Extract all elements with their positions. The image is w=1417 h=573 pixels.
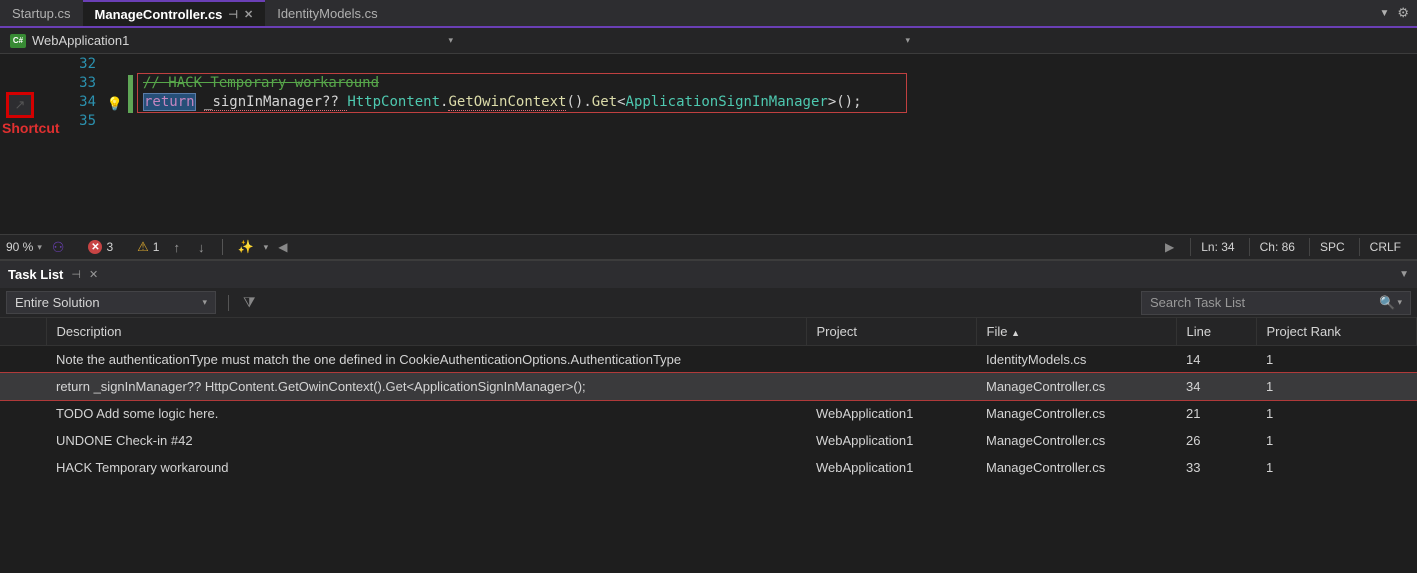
panel-menu-icon[interactable]: ▼ bbox=[1399, 269, 1409, 280]
tab-label: Startup.cs bbox=[12, 6, 71, 21]
warning-count[interactable]: ⚠ 1 bbox=[137, 239, 159, 255]
scroll-right-icon[interactable]: ▶ bbox=[1165, 240, 1174, 254]
line-number-gutter: 32 33 34 35 bbox=[54, 54, 102, 234]
cursor-line: Ln: 34 bbox=[1190, 238, 1244, 256]
column-file[interactable]: File ▲ bbox=[976, 318, 1176, 346]
tab-startup[interactable]: Startup.cs bbox=[0, 0, 83, 26]
sort-asc-icon: ▲ bbox=[1011, 328, 1020, 338]
context-label: WebApplication1 bbox=[32, 33, 129, 48]
divider bbox=[228, 295, 229, 311]
chevron-down-icon[interactable]: ▾ bbox=[264, 242, 269, 253]
scroll-left-icon[interactable]: ◀ bbox=[278, 240, 287, 254]
task-list-table: Description Project File ▲ Line Project … bbox=[0, 318, 1417, 481]
column-line[interactable]: Line bbox=[1176, 318, 1256, 346]
line-ending[interactable]: CRLF bbox=[1359, 238, 1411, 256]
filter-icon[interactable]: ⧩ bbox=[241, 292, 258, 313]
project-context-dropdown[interactable]: C# WebApplication1 ▾ bbox=[4, 31, 459, 50]
pin-icon[interactable]: ⊣ bbox=[71, 268, 81, 281]
code-content[interactable]: // HACK Temporary workaround return _sig… bbox=[133, 54, 1417, 234]
table-row[interactable]: Note the authenticationType must match t… bbox=[0, 346, 1417, 374]
scope-dropdown[interactable]: Entire Solution ▾ bbox=[6, 291, 216, 314]
close-icon[interactable]: ✕ bbox=[89, 268, 98, 281]
warning-icon: ⚠ bbox=[137, 239, 149, 255]
gear-icon[interactable]: ⚙ bbox=[1397, 5, 1409, 21]
table-row[interactable]: HACK Temporary workaroundWebApplication1… bbox=[0, 454, 1417, 481]
shortcut-annotation-label: Shortcut bbox=[2, 120, 60, 136]
table-row[interactable]: TODO Add some logic here.WebApplication1… bbox=[0, 400, 1417, 427]
document-tab-bar: Startup.cs ManageController.cs ⊣ ✕ Ident… bbox=[0, 0, 1417, 28]
chevron-down-icon: ▾ bbox=[202, 297, 207, 308]
chevron-down-icon: ▾ bbox=[37, 242, 42, 253]
code-editor[interactable]: ↗ Shortcut 32 33 34 35 💡 // HACK Tempora… bbox=[0, 54, 1417, 234]
lightbulb-icon[interactable]: 💡 bbox=[107, 96, 123, 112]
column-description[interactable]: Description bbox=[46, 318, 806, 346]
panel-title: Task List bbox=[8, 267, 63, 282]
tab-label: ManageController.cs bbox=[95, 7, 223, 22]
column-rank[interactable]: Project Rank bbox=[1256, 318, 1417, 346]
task-list-toolbar: Entire Solution ▾ ⧩ Search Task List 🔍▾ bbox=[0, 288, 1417, 318]
chevron-down-icon: ▾ bbox=[905, 35, 910, 46]
close-icon[interactable]: ✕ bbox=[244, 8, 253, 21]
cursor-char: Ch: 86 bbox=[1249, 238, 1305, 256]
nav-bar: C# WebApplication1 ▾ ▾ bbox=[0, 28, 1417, 54]
tab-identitymodels[interactable]: IdentityModels.cs bbox=[265, 0, 389, 26]
nav-up-button[interactable]: ↑ bbox=[169, 240, 184, 255]
table-row[interactable]: UNDONE Check-in #42WebApplication1Manage… bbox=[0, 427, 1417, 454]
overflow-chevron-icon[interactable]: ▼ bbox=[1379, 8, 1389, 19]
shortcut-arrow-icon: ↗ bbox=[15, 97, 26, 113]
indent-mode[interactable]: SPC bbox=[1309, 238, 1355, 256]
nav-down-button[interactable]: ↓ bbox=[194, 240, 209, 255]
tab-label: IdentityModels.cs bbox=[277, 6, 377, 21]
column-project[interactable]: Project bbox=[806, 318, 976, 346]
divider bbox=[222, 239, 223, 255]
health-indicator-icon[interactable]: ⚇ bbox=[52, 239, 65, 256]
cleanup-icon[interactable]: ✨ bbox=[237, 239, 253, 255]
class-dropdown[interactable]: ▾ bbox=[461, 33, 916, 48]
pin-icon[interactable]: ⊣ bbox=[228, 8, 238, 21]
task-list-header: Task List ⊣ ✕ ▼ bbox=[0, 260, 1417, 288]
chevron-down-icon: ▾ bbox=[448, 35, 453, 46]
table-row[interactable]: return _signInManager?? HttpContent.GetO… bbox=[0, 373, 1417, 400]
error-count[interactable]: ✕ 3 bbox=[88, 240, 113, 254]
suggestion-gutter: 💡 bbox=[102, 54, 128, 234]
search-icon: 🔍 bbox=[1379, 295, 1395, 311]
editor-status-bar: 90 % ▾ ⚇ ✕ 3 ⚠ 1 ↑ ↓ ✨ ▾ ◀ ▶ Ln: 34 Ch: … bbox=[0, 234, 1417, 260]
task-search-input[interactable]: Search Task List 🔍▾ bbox=[1141, 291, 1411, 315]
csharp-icon: C# bbox=[10, 34, 26, 48]
shortcut-margin-button[interactable]: ↗ bbox=[6, 92, 34, 118]
tab-managecontroller[interactable]: ManageController.cs ⊣ ✕ bbox=[83, 0, 266, 26]
table-header-row: Description Project File ▲ Line Project … bbox=[0, 318, 1417, 346]
chevron-down-icon: ▾ bbox=[1397, 297, 1402, 308]
error-icon: ✕ bbox=[88, 240, 102, 254]
column-checkbox[interactable] bbox=[0, 318, 46, 346]
zoom-dropdown[interactable]: 90 % ▾ bbox=[6, 240, 42, 254]
